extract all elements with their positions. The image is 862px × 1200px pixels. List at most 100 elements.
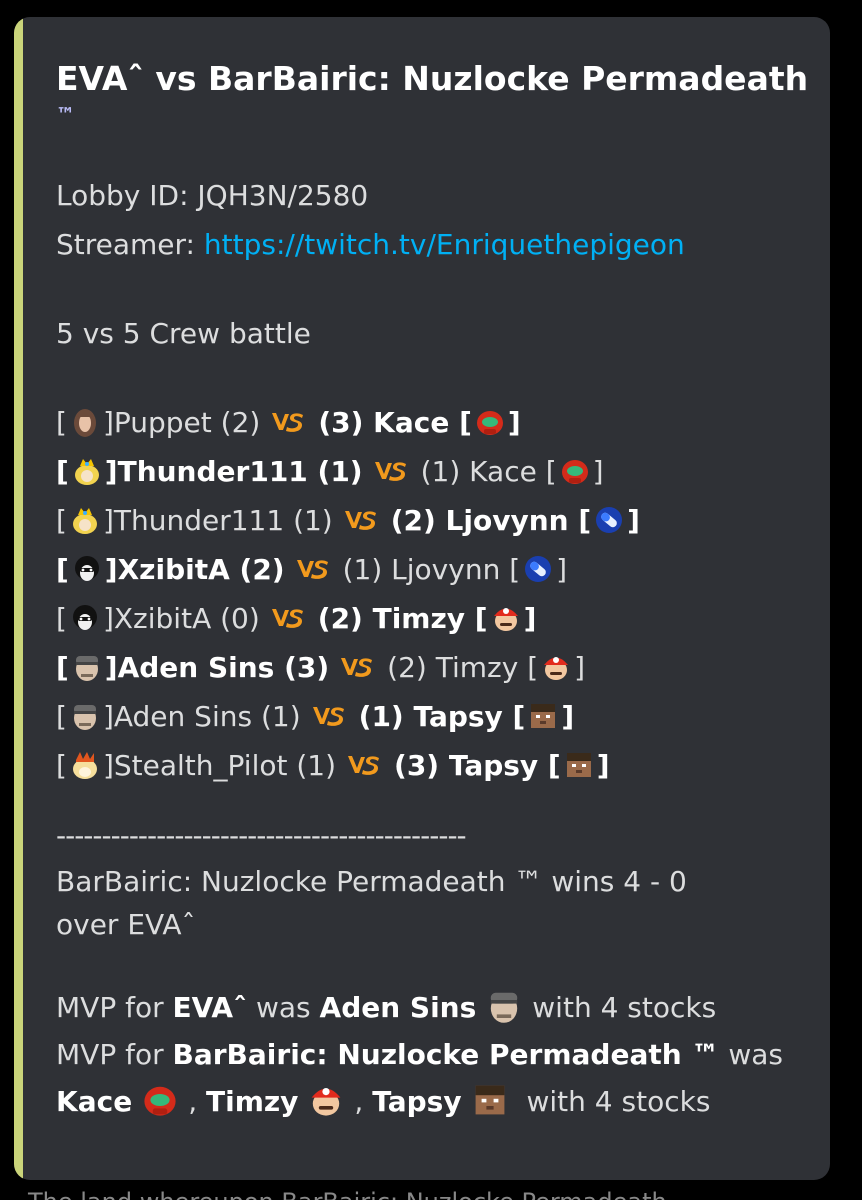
message-embed-card: EVAˆ vs BarBairic: Nuzlocke Permadeath ™… — [14, 17, 830, 1180]
bracket-close: ] — [104, 455, 118, 488]
mvp-player-kace: Kace — [56, 1085, 133, 1118]
left-player: Thunder111 (1) — [113, 504, 333, 537]
left-player: Aden Sins (3) — [117, 651, 330, 684]
bracket-open: [ — [56, 700, 67, 733]
result-text: BarBairic: Nuzlocke Permadeath ™ wins 4 … — [56, 860, 826, 946]
peach-crown-icon — [70, 505, 100, 535]
mvp-team1-line: MVP for EVAˆ was Aden Sins with 4 stocks — [56, 984, 826, 1031]
bracket-close: ] — [561, 700, 575, 733]
bracket-close: ] — [102, 749, 114, 782]
samus-helmet-icon — [142, 1082, 178, 1118]
bracket-open: [ — [536, 455, 557, 488]
next-message-partial: The land whereupon BarBairic: Nuzlocke P… — [0, 1188, 862, 1200]
match-row: []Thunder111 (1) (1) Kace [] — [56, 447, 826, 496]
match-row: []XzibitA (2) (1) Ljovynn [] — [56, 545, 826, 594]
bracket-close: ] — [596, 749, 610, 782]
result-line-1: BarBairic: Nuzlocke Permadeath ™ wins 4 … — [56, 865, 687, 898]
streamer-line: Streamer: https://twitch.tv/Enriquethepi… — [56, 220, 826, 269]
match-row: []Aden Sins (1) (1) Tapsy [] — [56, 692, 826, 741]
bracket-close: ] — [627, 504, 640, 537]
embed-accent-bar — [14, 17, 23, 1180]
bracket-open: [ — [500, 553, 521, 586]
bracket-close: ] — [102, 504, 114, 537]
snake-bandana-icon — [486, 988, 522, 1024]
left-player: XzibitA (2) — [117, 553, 285, 586]
versus-icon — [343, 508, 377, 532]
blue-capsule-icon — [594, 505, 624, 535]
bracket-open: [ — [465, 602, 488, 635]
comma: , — [188, 1085, 198, 1118]
comma: , — [354, 1085, 364, 1118]
left-player: Stealth_Pilot (1) — [113, 749, 337, 782]
bracket-close: ] — [592, 455, 604, 488]
mvp-team1-player: Aden Sins — [319, 991, 477, 1024]
mvp-label: MVP for — [56, 1038, 173, 1071]
bracket-open: [ — [56, 651, 69, 684]
bracket-close: ] — [574, 651, 586, 684]
joker-mask-icon — [70, 603, 100, 633]
mvp-stocks: with 4 stocks — [526, 1085, 711, 1118]
bracket-close: ] — [102, 602, 114, 635]
right-player: (1) Kace — [420, 455, 537, 488]
steve-head-icon — [564, 750, 594, 780]
bracket-close: ] — [523, 602, 537, 635]
title-trademark: ™ — [56, 104, 75, 126]
mvp-team1-name: EVAˆ — [172, 991, 248, 1024]
joker-mask-icon — [72, 554, 102, 584]
mario-cap-icon — [541, 652, 571, 682]
peach-crown-icon — [72, 456, 102, 486]
bracket-open: [ — [56, 455, 69, 488]
left-player: XzibitA (0) — [113, 602, 260, 635]
lobby-id: Lobby ID: JQH3N/2580 — [56, 179, 369, 212]
left-player: Aden Sins (1) — [113, 700, 301, 733]
versus-icon — [373, 459, 407, 483]
right-player: (2) Ljovynn — [390, 504, 569, 537]
left-player: Thunder111 (1) — [117, 455, 363, 488]
bracket-close: ] — [102, 406, 114, 439]
samus-helmet-icon — [560, 456, 590, 486]
versus-icon — [339, 655, 373, 679]
mvp-label: MVP for — [56, 991, 173, 1024]
bracket-open: [ — [56, 602, 67, 635]
bracket-close: ] — [507, 406, 521, 439]
bracket-open: [ — [56, 553, 69, 586]
next-message-text: The land whereupon BarBairic: Nuzlocke P… — [28, 1188, 667, 1200]
match-row: []Thunder111 (1) (2) Ljovynn [] — [56, 496, 826, 545]
bracket-open: [ — [56, 406, 67, 439]
mvp-was: was — [719, 1038, 783, 1071]
versus-icon — [295, 557, 329, 581]
mvp-was: was — [247, 991, 320, 1024]
versus-icon — [311, 704, 345, 728]
separator-line: ----------------------------------------… — [56, 819, 467, 852]
bowser-head-icon — [70, 750, 100, 780]
right-player: (3) Tapsy — [394, 749, 539, 782]
right-player: (1) Tapsy — [358, 700, 503, 733]
bracket-open: [ — [56, 504, 67, 537]
steve-head-icon — [528, 701, 558, 731]
bracket-open: [ — [538, 749, 561, 782]
bracket-open: [ — [518, 651, 539, 684]
bracket-open: [ — [56, 749, 67, 782]
right-player: (1) Ljovynn — [342, 553, 501, 586]
mvp-team2-name: BarBairic: Nuzlocke Permadeath ™ — [172, 1038, 720, 1071]
mvp-player-timzy: Timzy — [206, 1085, 299, 1118]
snake-bandana-icon — [72, 652, 102, 682]
battle-format: 5 vs 5 Crew battle — [56, 317, 311, 350]
bracket-close: ] — [104, 553, 118, 586]
samus-helmet-icon — [475, 407, 505, 437]
left-player: Puppet (2) — [113, 406, 261, 439]
mario-cap-icon — [308, 1082, 344, 1118]
embed-title: EVAˆ vs BarBairic: Nuzlocke Permadeath — [56, 59, 809, 98]
bracket-close: ] — [104, 651, 118, 684]
bracket-close: ] — [556, 553, 568, 586]
hair-character-icon — [70, 407, 100, 437]
versus-icon — [270, 410, 304, 434]
mvp-team2-line: MVP for BarBairic: Nuzlocke Permadeath ™… — [56, 1031, 826, 1078]
mvp-team2-players-line: Kace, Timzy, Tapsy with 4 stocks — [56, 1078, 826, 1125]
bracket-open: [ — [568, 504, 592, 537]
match-row: []Stealth_Pilot (1) (3) Tapsy [] — [56, 741, 826, 790]
streamer-link[interactable]: https://twitch.tv/Enriquethepigeon — [204, 228, 685, 261]
snake-bandana-icon — [70, 701, 100, 731]
mvp-player-tapsy: Tapsy — [372, 1085, 462, 1118]
match-row: []Puppet (2) (3) Kace [] — [56, 398, 826, 447]
